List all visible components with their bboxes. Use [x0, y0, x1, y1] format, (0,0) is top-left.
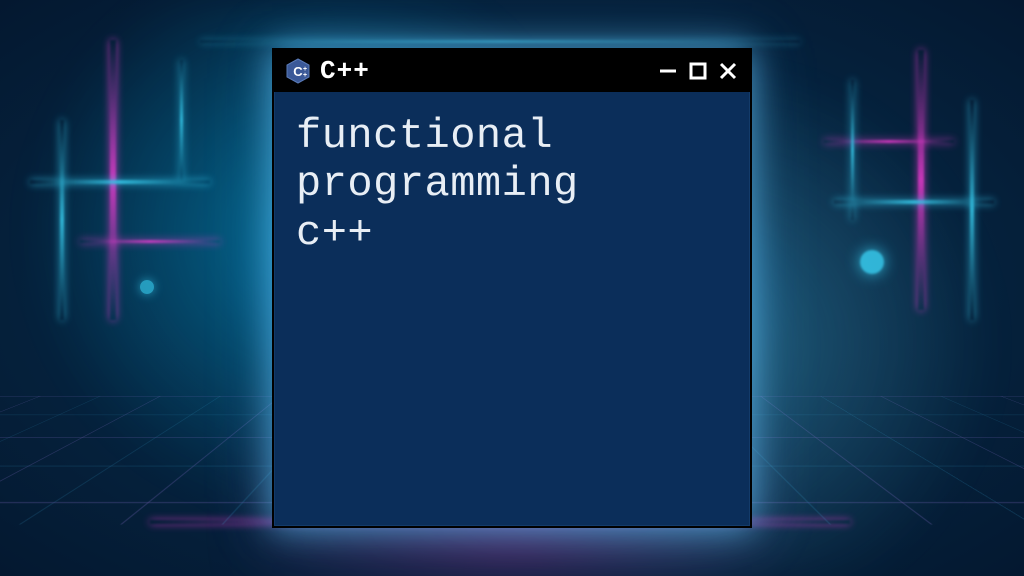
close-button[interactable]: [716, 59, 740, 83]
content-line-3: c++: [296, 209, 728, 257]
content-line-2: programming: [296, 160, 728, 208]
minimize-button[interactable]: [656, 59, 680, 83]
window-title: C++: [320, 56, 648, 86]
window-controls: [656, 59, 740, 83]
svg-text:C: C: [293, 64, 303, 79]
svg-text:+: +: [303, 72, 307, 79]
maximize-button[interactable]: [686, 59, 710, 83]
terminal-window: C + + C++ functional programming c++: [272, 48, 752, 528]
content-line-1: functional: [296, 112, 728, 160]
window-titlebar[interactable]: C + + C++: [274, 50, 750, 92]
cpp-icon: C + +: [284, 57, 312, 85]
terminal-content: functional programming c++: [274, 92, 750, 277]
